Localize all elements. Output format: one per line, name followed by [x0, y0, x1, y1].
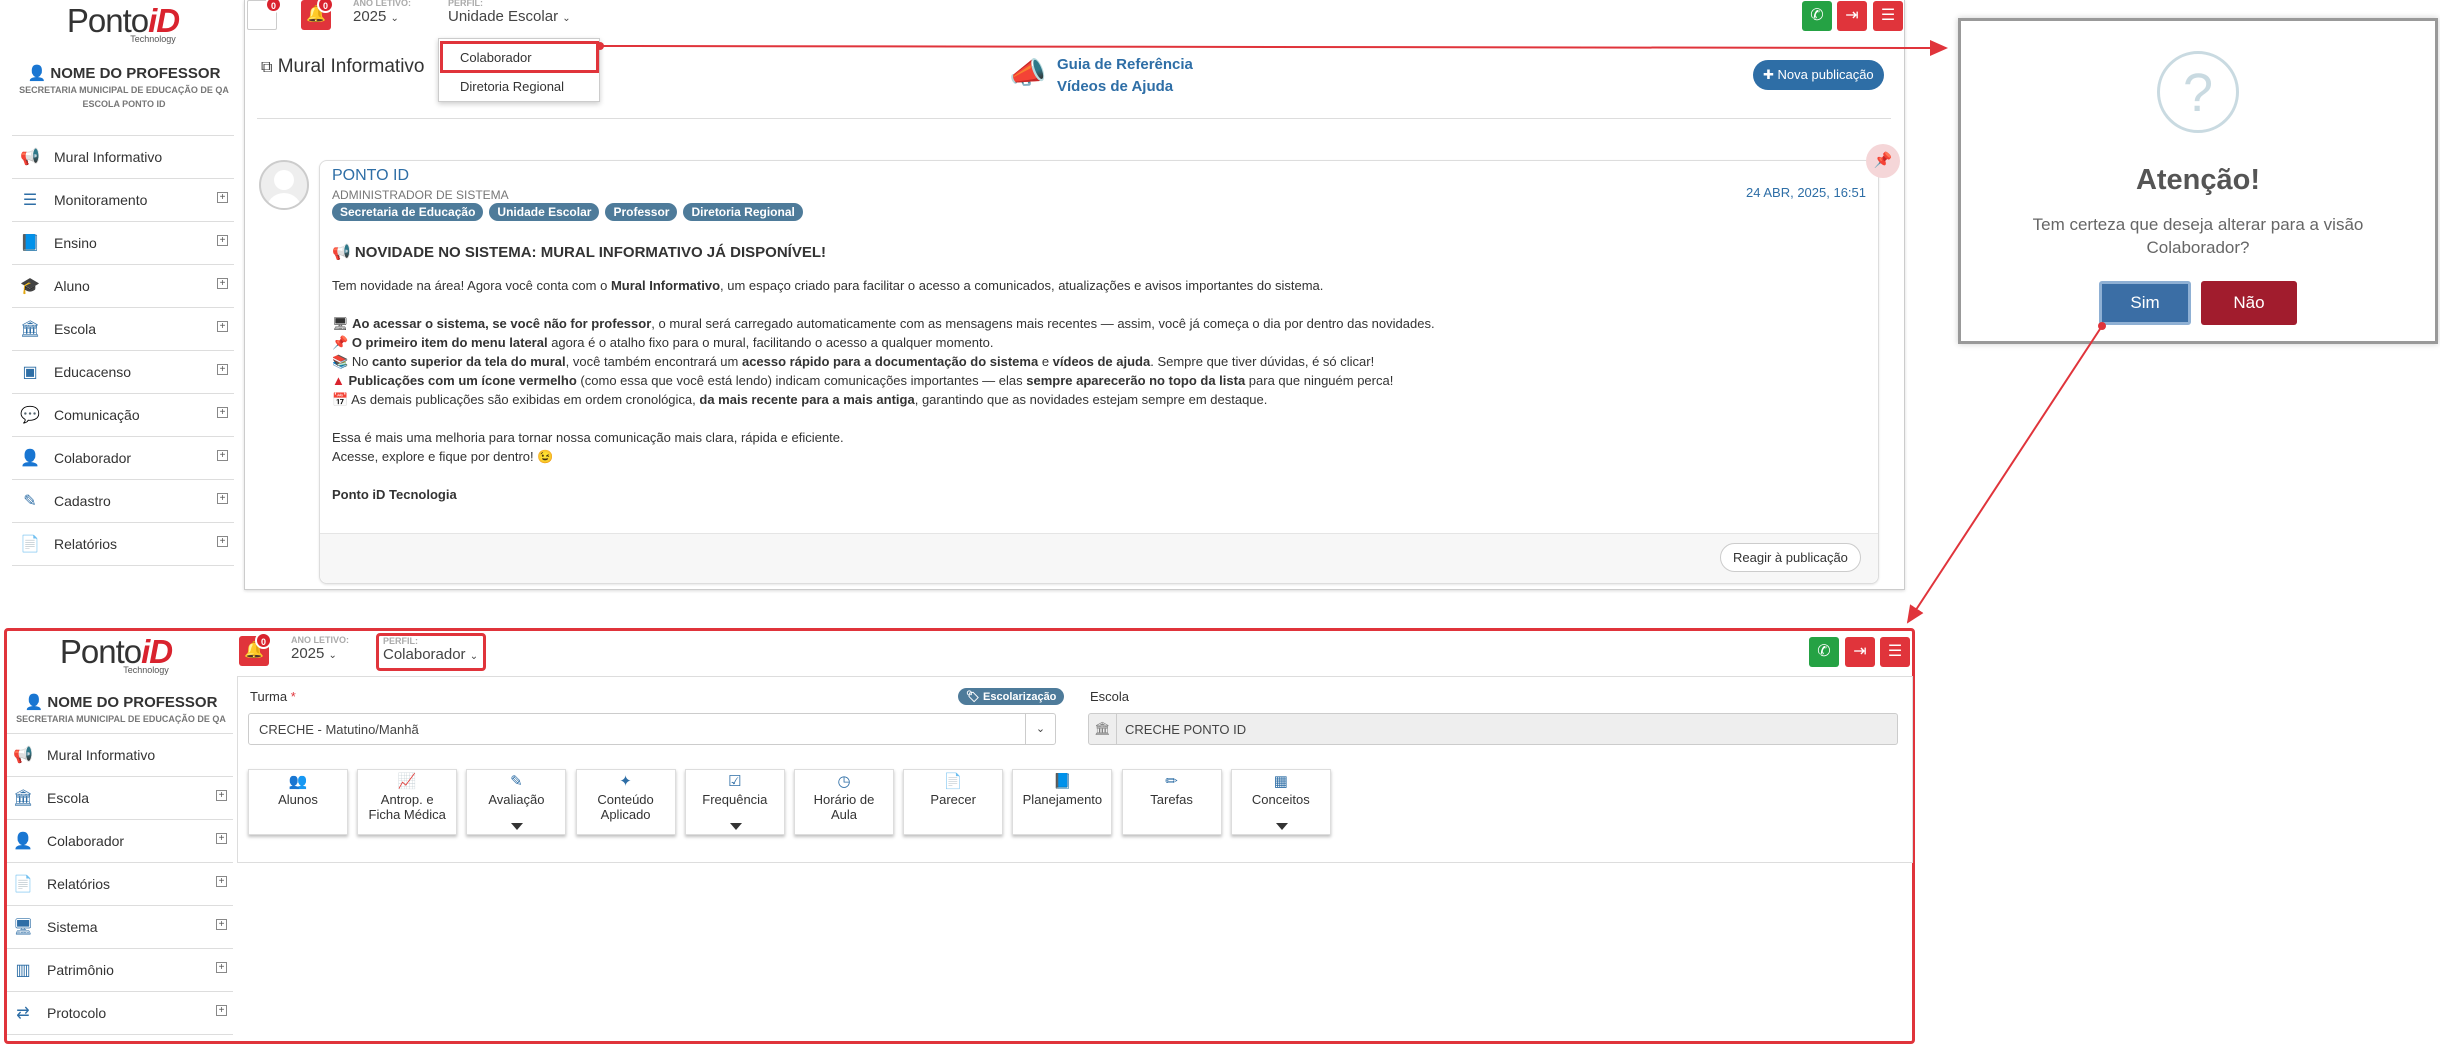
- arrow-origin-dot: [596, 42, 604, 50]
- arrow-modal-to-result: [1906, 325, 2103, 624]
- arrow-origin-dot: [2098, 322, 2106, 330]
- arrow-dropdown-to-modal: [599, 39, 1948, 56]
- annotation-arrows: [596, 39, 2106, 624]
